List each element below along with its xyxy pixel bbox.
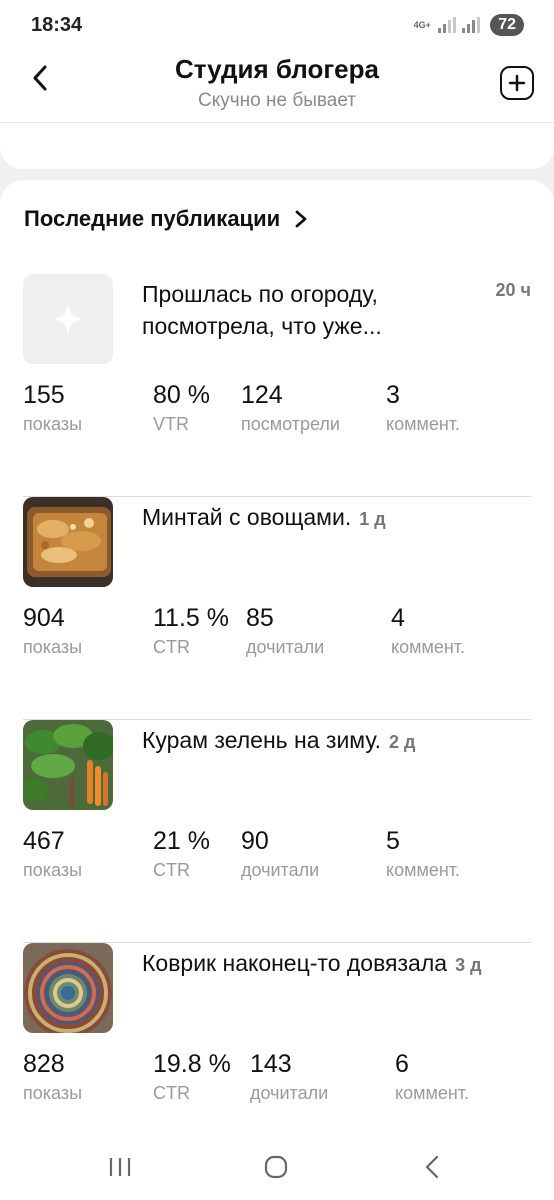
app-bar: Студия блогера Скучно не бывает xyxy=(0,52,554,123)
stat-read: 143 дочитали xyxy=(250,1050,329,1103)
post-item[interactable]: Минтай с овощами. 1 д 904 показы 11.5 % C… xyxy=(23,497,531,720)
stat-impressions: 828 показы xyxy=(23,1050,83,1103)
stat-comments: 6 коммент. xyxy=(395,1050,470,1103)
stat-read: 85 дочитали xyxy=(246,604,325,657)
post-item[interactable]: Коврик наконец-то довязала 3 д 828 показы… xyxy=(23,943,531,1165)
add-button[interactable] xyxy=(500,66,534,100)
signal-icon-2 xyxy=(462,17,481,33)
recent-apps-icon xyxy=(109,1158,131,1176)
post-title[interactable]: Минтай с овощами. 1 д xyxy=(142,501,386,535)
status-time: 18:34 xyxy=(31,14,83,36)
stat-ctr: 19.8 % CTR xyxy=(153,1050,231,1103)
stat-impressions: 904 показы xyxy=(23,604,83,657)
recent-apps-button[interactable] xyxy=(100,1152,140,1182)
post-item[interactable]: Прошлась по огороду, посмотрела, что уже… xyxy=(23,274,531,497)
page-title: Студия блогера xyxy=(175,54,379,84)
post-thumbnail[interactable] xyxy=(23,497,113,587)
post-title[interactable]: Коврик наконец-то довязала 3 д xyxy=(142,947,482,981)
recent-posts-header[interactable]: Последние публикации xyxy=(24,206,308,232)
network-type: 4G+ xyxy=(413,19,431,30)
stat-read: 90 дочитали xyxy=(241,827,320,880)
recent-posts-card: Последние публикации Прошлась по огороду… xyxy=(0,180,554,1140)
section-title: Последние публикации xyxy=(24,206,281,231)
nav-back-button[interactable] xyxy=(412,1152,452,1182)
stat-comments: 5 коммент. xyxy=(386,827,461,880)
home-button[interactable] xyxy=(256,1152,296,1182)
stat-vtr: 80 % VTR xyxy=(153,381,210,434)
sparkle-icon xyxy=(53,304,83,334)
signal-icon xyxy=(438,17,457,33)
chevron-right-icon xyxy=(295,210,307,228)
stat-impressions: 155 показы xyxy=(23,381,83,434)
post-age: 1 д xyxy=(359,509,386,529)
home-icon xyxy=(264,1155,288,1179)
page-subtitle: Скучно не бывает xyxy=(198,90,356,111)
post-title[interactable]: Курам зелень на зиму. 2 д xyxy=(142,724,415,758)
stat-comments: 4 коммент. xyxy=(391,604,466,657)
back-arrow-icon xyxy=(425,1155,439,1179)
rug-photo-icon xyxy=(23,943,113,1033)
post-age: 2 д xyxy=(388,732,416,752)
post-age: 3 д xyxy=(455,955,482,975)
system-icons: 4G+ 72 xyxy=(412,14,524,36)
post-age: 20 ч xyxy=(495,280,531,300)
post-title[interactable]: Прошлась по огороду, посмотрела, что уже… xyxy=(142,278,382,342)
greens-photo-icon xyxy=(23,720,113,810)
status-bar: 18:34 4G+ 72 xyxy=(0,0,554,52)
battery-icon: 72 xyxy=(490,14,524,36)
stat-ctr: 11.5 % CTR xyxy=(153,604,229,657)
stat-viewed: 124 посмотрели xyxy=(241,381,340,434)
post-thumbnail[interactable] xyxy=(23,943,113,1033)
casserole-photo-icon xyxy=(23,497,113,587)
stat-comments: 3 коммент. xyxy=(386,381,461,434)
system-nav-bar xyxy=(0,1140,554,1200)
post-thumbnail[interactable] xyxy=(23,274,113,364)
stat-ctr: 21 % CTR xyxy=(153,827,210,880)
stat-impressions: 467 показы xyxy=(23,827,83,880)
post-item[interactable]: Курам зелень на зиму. 2 д 467 показы 21 %… xyxy=(23,720,531,943)
plus-icon xyxy=(508,74,526,92)
previous-card xyxy=(0,123,554,169)
post-thumbnail[interactable] xyxy=(23,720,113,810)
